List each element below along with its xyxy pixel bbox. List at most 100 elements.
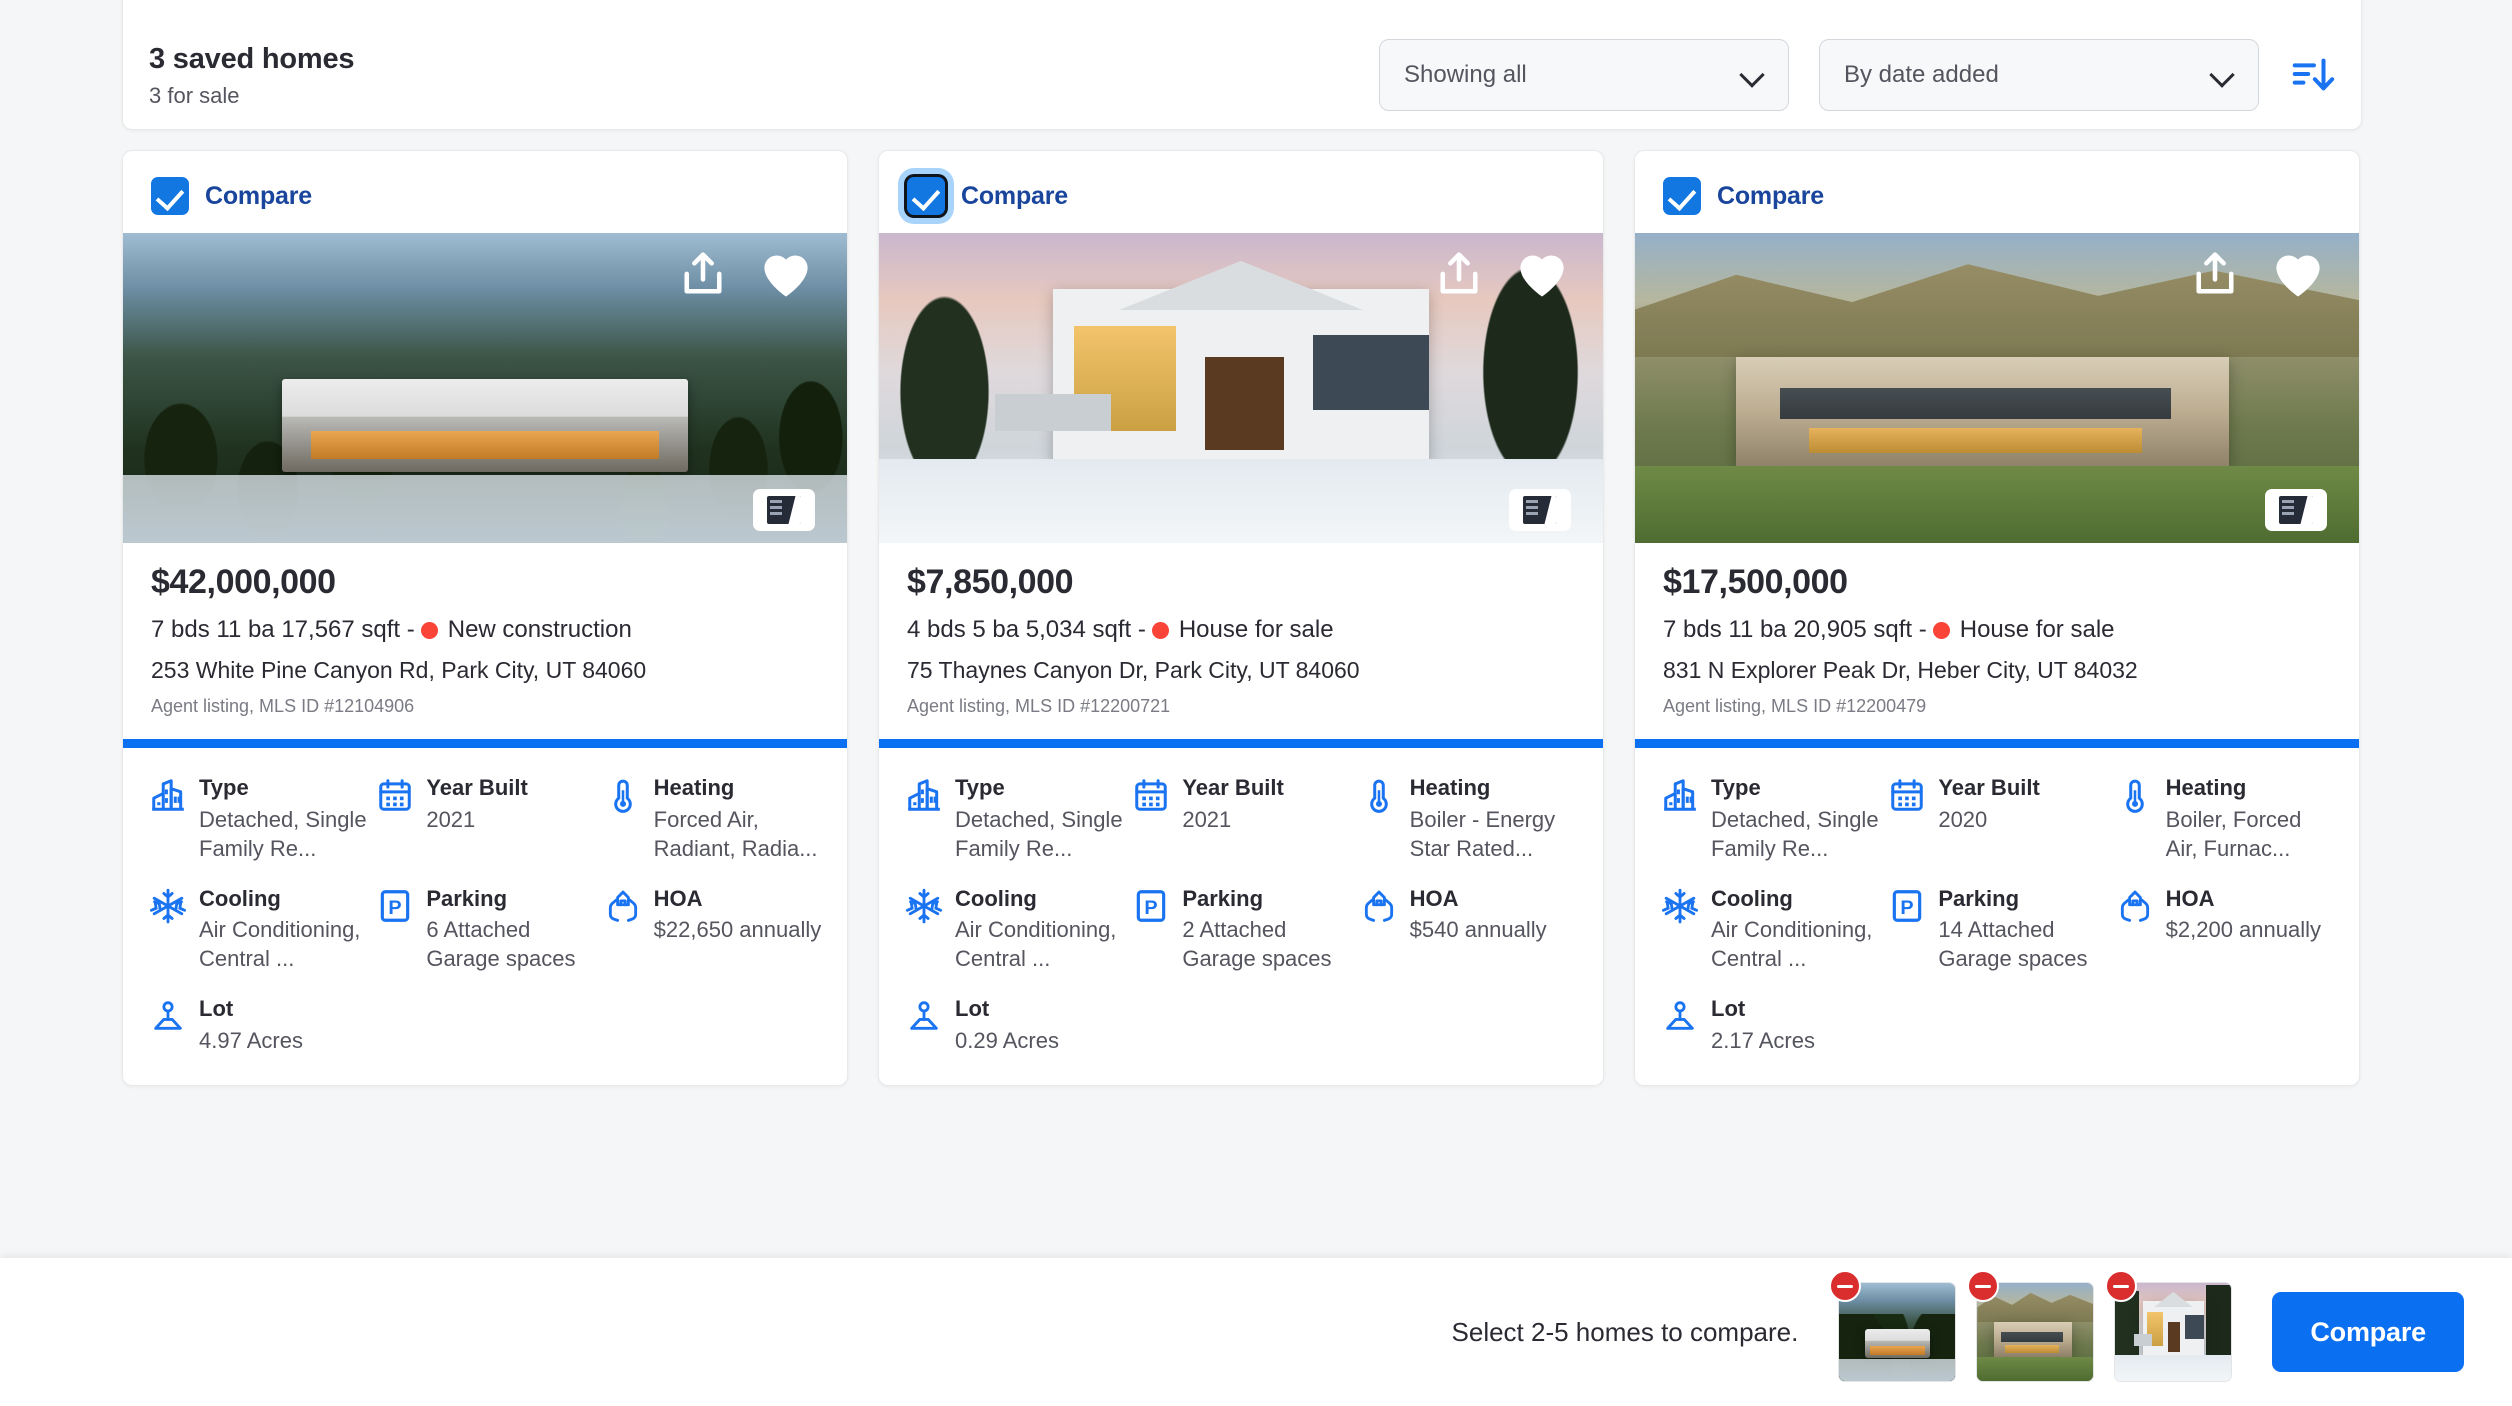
- fact-label: Type: [199, 775, 249, 800]
- card-accent-divider: [1635, 739, 2359, 748]
- listing-status: House for sale: [1959, 616, 2115, 643]
- fact-hoa: HOA $2,200 annually: [2116, 885, 2335, 974]
- fact-hoa: HOA $22,650 annually: [604, 885, 823, 974]
- filter-select-value: Showing all: [1404, 61, 1527, 88]
- thermometer-icon: [1360, 776, 1398, 814]
- svg-text:P: P: [1901, 896, 1914, 918]
- compare-checkbox-label: Compare: [961, 181, 1068, 210]
- fact-year-built: Year Built 2021: [1132, 774, 1351, 863]
- compare-button[interactable]: Compare: [2272, 1292, 2464, 1372]
- chevron-down-icon: [1742, 64, 1764, 86]
- gallery-icon: [2279, 496, 2313, 524]
- fact-label: Lot: [199, 996, 234, 1022]
- building-icon: [149, 776, 187, 814]
- fact-type: Type Detached, Single Family Re...: [149, 774, 368, 863]
- share-icon[interactable]: [1433, 249, 1485, 301]
- listing-price: $17,500,000: [1663, 563, 1848, 601]
- fact-value: 6 Attached Garage spaces: [426, 917, 576, 972]
- fact-lot: Lot 4.97 Acres: [149, 995, 368, 1055]
- share-icon[interactable]: [2189, 249, 2241, 301]
- photo-gallery-badge[interactable]: [1509, 489, 1571, 531]
- fact-label: Heating: [2165, 775, 2247, 800]
- fact-label: Lot: [955, 996, 990, 1022]
- photo-gallery-badge[interactable]: [2265, 489, 2327, 531]
- filter-select[interactable]: Showing all: [1379, 39, 1789, 111]
- fact-value: Air Conditioning, Central ...: [955, 917, 1117, 972]
- status-dot-icon: [420, 621, 438, 639]
- fact-value: $22,650 annually: [653, 917, 822, 943]
- fact-value: 2021: [426, 806, 476, 832]
- fact-value: Detached, Single Family Re...: [955, 806, 1123, 861]
- sort-select[interactable]: By date added: [1819, 39, 2259, 111]
- compare-checkbox[interactable]: [1663, 177, 1701, 215]
- property-photo[interactable]: [123, 233, 847, 543]
- listing-status: House for sale: [1178, 616, 1334, 643]
- calendar-icon: [1132, 776, 1170, 814]
- card-accent-divider: [879, 739, 1603, 748]
- photo-gallery-badge[interactable]: [753, 489, 815, 531]
- sort-descending-icon[interactable]: [2289, 52, 2335, 98]
- fact-label: Cooling: [955, 885, 1037, 911]
- property-card[interactable]: Compare $17,500,000 7 bds 11 ba 20,905 s…: [1634, 150, 2360, 1086]
- card-accent-divider: [123, 739, 847, 748]
- fact-label: Lot: [1711, 996, 1746, 1022]
- compare-thumbnail[interactable]: [1829, 1270, 1957, 1382]
- beds-baths-sqft: 7 bds 11 ba 17,567 sqft -: [151, 616, 415, 643]
- property-facts-grid: Type Detached, Single Family Re... Year …: [123, 748, 847, 1055]
- gallery-icon: [1523, 496, 1557, 524]
- property-card[interactable]: Compare $7,850,000 4 bds 5 ba 5,034 sqft…: [878, 150, 1604, 1086]
- page-subtitle: 3 for sale: [149, 83, 240, 108]
- compare-checkbox[interactable]: [151, 177, 189, 215]
- heart-icon[interactable]: [2271, 249, 2325, 299]
- beds-baths-sqft: 7 bds 11 ba 20,905 sqft -: [1663, 616, 1927, 643]
- fact-label: Parking: [426, 885, 508, 911]
- fact-value: 2 Attached Garage spaces: [1182, 917, 1332, 972]
- listing-status: New construction: [447, 616, 632, 643]
- compare-checkbox[interactable]: [907, 177, 945, 215]
- fact-cooling: Cooling Air Conditioning, Central ...: [1661, 885, 1880, 974]
- property-photo[interactable]: [1635, 233, 2359, 543]
- fact-label: Heating: [1409, 775, 1491, 800]
- calendar-icon: [1888, 776, 1926, 814]
- compare-toggle-row[interactable]: Compare: [879, 151, 1603, 233]
- fact-cooling: Cooling Air Conditioning, Central ...: [905, 885, 1124, 974]
- fact-parking: P Parking 14 Attached Garage spaces: [1888, 885, 2107, 974]
- fact-value: Air Conditioning, Central ...: [199, 917, 361, 972]
- compare-thumbnail[interactable]: [2105, 1270, 2233, 1382]
- compare-thumbnail[interactable]: [1967, 1270, 2095, 1382]
- saved-homes-header: 3 saved homes 3 for sale Showing all By …: [122, 0, 2362, 130]
- fact-value: Detached, Single Family Re...: [1711, 806, 1879, 861]
- listing-price: $42,000,000: [151, 563, 336, 601]
- sort-select-value: By date added: [1844, 61, 1999, 88]
- lot-icon: [905, 997, 943, 1035]
- status-dot-icon: [1932, 621, 1950, 639]
- compare-toggle-row[interactable]: Compare: [123, 151, 847, 233]
- listing-info: $42,000,000 7 bds 11 ba 17,567 sqft - Ne…: [123, 543, 847, 717]
- fact-year-built: Year Built 2021: [376, 774, 595, 863]
- share-icon[interactable]: [677, 249, 729, 301]
- snowflake-icon: [905, 887, 943, 925]
- fact-value: $2,200 annually: [2165, 917, 2322, 943]
- fact-label: Year Built: [1938, 775, 2040, 800]
- thermometer-icon: [2116, 776, 2154, 814]
- heart-icon[interactable]: [1515, 249, 1569, 299]
- thermometer-icon: [604, 776, 642, 814]
- lot-icon: [1661, 997, 1699, 1035]
- compare-checkbox-label: Compare: [205, 181, 312, 210]
- snowflake-icon: [1661, 887, 1699, 925]
- fact-year-built: Year Built 2020: [1888, 774, 2107, 863]
- fact-label: Type: [955, 775, 1005, 800]
- fact-label: Heating: [653, 775, 735, 800]
- property-card[interactable]: Compare $42,000,000 7 bds 11 ba 17,567 s…: [122, 150, 848, 1086]
- heart-icon[interactable]: [759, 249, 813, 299]
- listing-address: 75 Thaynes Canyon Dr, Park City, UT 8406…: [907, 657, 1360, 683]
- fact-label: Parking: [1938, 885, 2020, 911]
- fact-value: Boiler - Energy Star Rated...: [1409, 806, 1556, 861]
- compare-toggle-row[interactable]: Compare: [1635, 151, 2359, 233]
- compare-bottom-bar: Select 2-5 homes to compare. Compare: [0, 1258, 2512, 1406]
- fact-value: 14 Attached Garage spaces: [1938, 917, 2088, 972]
- beds-baths-sqft: 4 bds 5 ba 5,034 sqft -: [907, 616, 1146, 643]
- property-photo[interactable]: [879, 233, 1603, 543]
- lot-icon: [149, 997, 187, 1035]
- fact-hoa: HOA $540 annually: [1360, 885, 1579, 974]
